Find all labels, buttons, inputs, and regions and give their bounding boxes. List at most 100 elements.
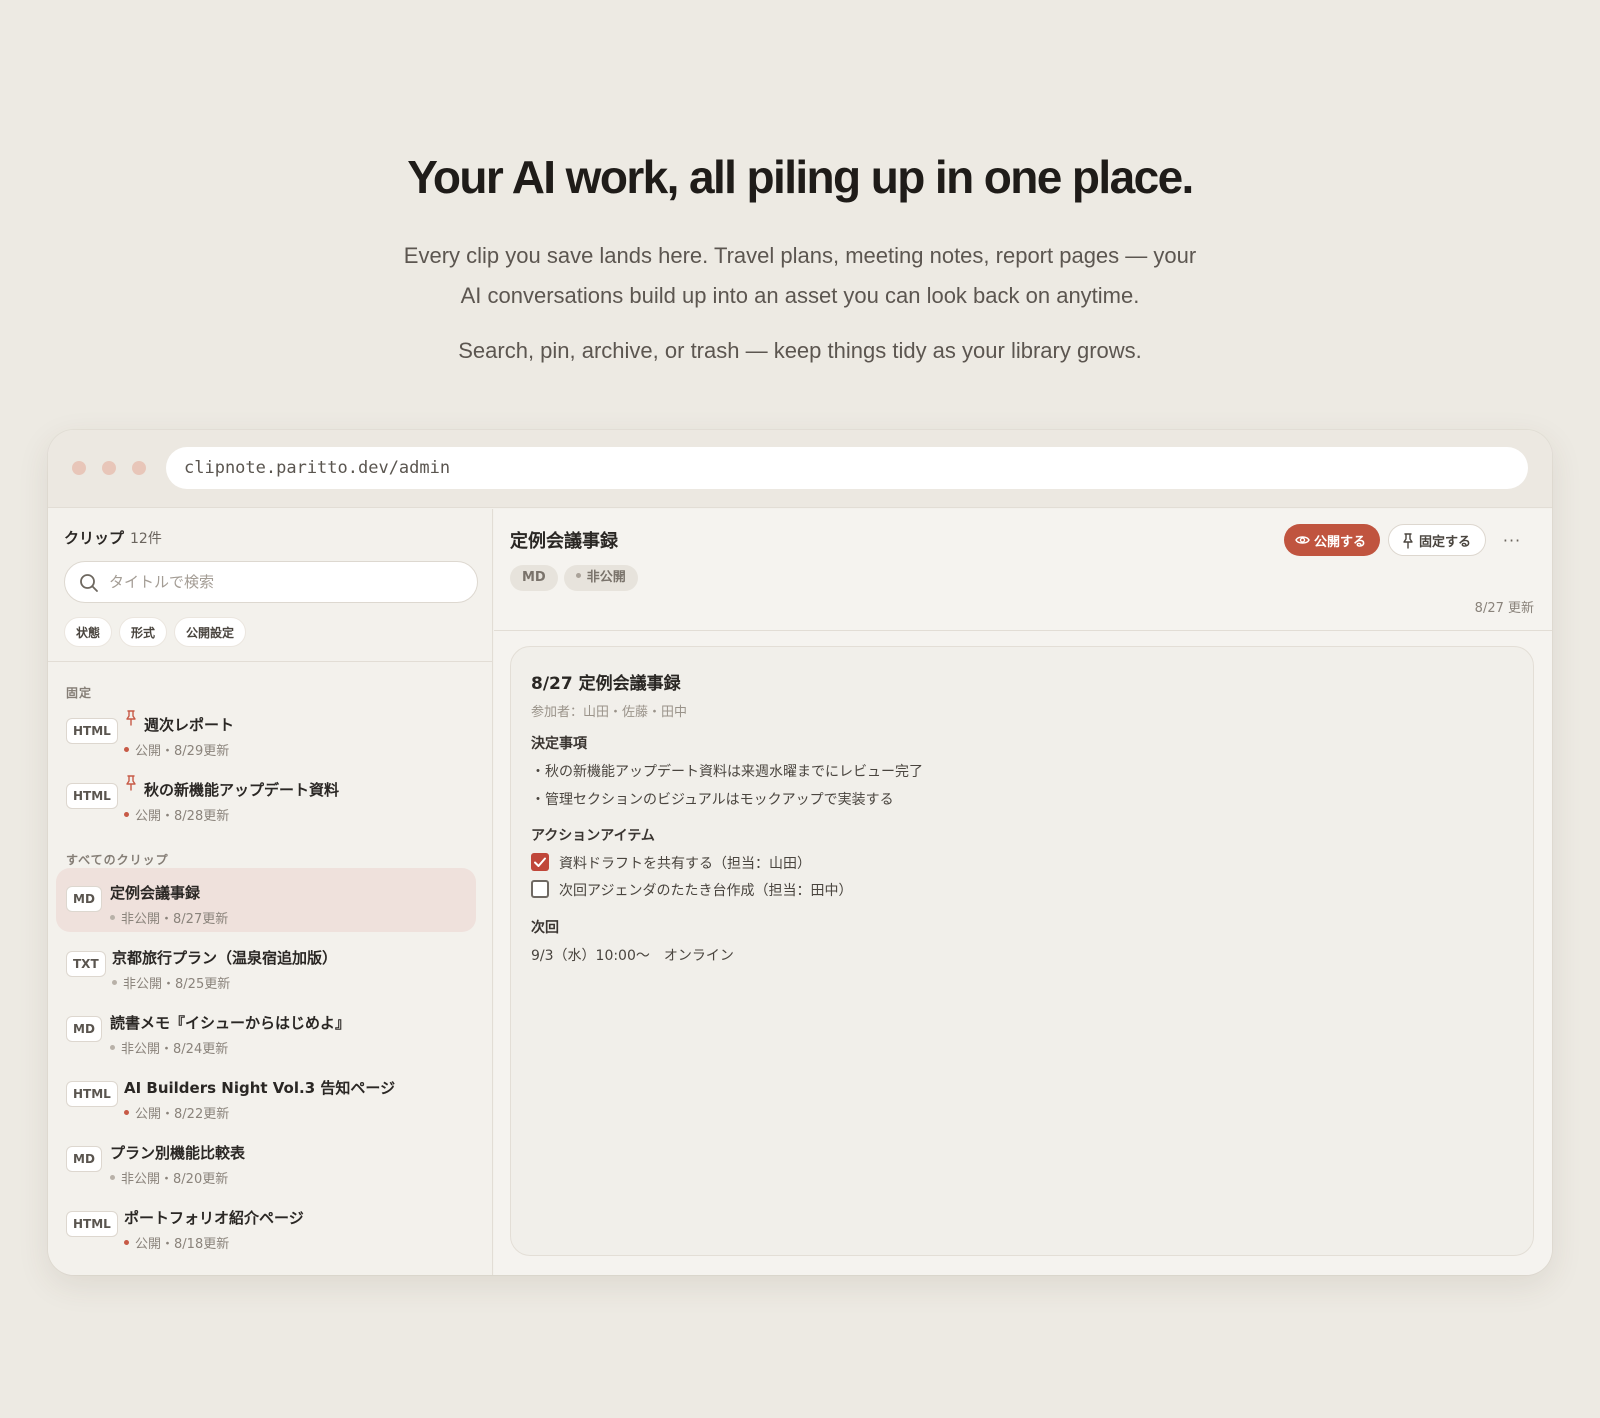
clip-status: 非公開 [121,1172,161,1187]
window-close-dot[interactable] [72,461,86,475]
detail-tags: MD 非公開 [510,565,644,591]
updated-timestamp: 8/27 更新 [1474,601,1534,616]
clip-meta: 非公開・8/25更新 [112,973,230,992]
clip-meta: 公開・8/18更新 [124,1233,229,1252]
clip-item[interactable]: TXT 京都旅行プラン（温泉宿追加版） 非公開・8/25更新 [56,933,476,997]
clip-status: 非公開 [123,977,163,992]
clip-item-pinned[interactable]: HTML 週次レポート 公開・8/29更新 [56,700,476,764]
clip-item-selected[interactable]: MD 定例会議事録 非公開・8/27更新 [56,868,476,932]
public-status-dot [124,1240,129,1245]
document-title: 8/27 定例会議事録 [531,674,681,694]
eye-icon [1295,536,1310,544]
hero-subtitle-line-2: AI conversations build up into an asset … [460,283,1140,308]
clip-title: プラン別機能比較表 [110,1144,246,1162]
clip-item[interactable]: MD プラン別機能比較表 非公開・8/20更新 [56,1128,476,1192]
pinned-section-label: 固定 [66,686,93,700]
clip-date: 8/22更新 [174,1107,230,1122]
clip-meta: 公開・8/28更新 [124,805,229,824]
decision-item: ・秋の新機能アップデート資料は来週水曜までにレビュー完了 [531,764,923,780]
hero-subtitle-line-1: Every clip you save lands here. Travel p… [403,243,1197,268]
clip-date: 8/27更新 [173,912,229,927]
decisions-heading: 決定事項 [531,736,587,752]
public-status-dot [124,812,129,817]
filter-visibility-chip[interactable]: 公開設定 [174,617,247,647]
private-status-dot [110,915,115,920]
clip-item-pinned[interactable]: HTML 秋の新機能アップデート資料 公開・8/28更新 [56,765,476,829]
pin-icon [126,775,136,791]
checkbox-checked[interactable] [531,853,549,871]
url-bar[interactable]: clipnote.paritto.dev/admin [166,447,1528,489]
clip-status: 公開 [135,1237,162,1252]
format-tag: MD [510,565,558,591]
next-meeting-detail: 9/3（水）10:00〜 オンライン [531,948,734,964]
next-meeting-heading: 次回 [531,920,559,936]
hero-subtitle: Every clip you save lands here. Travel p… [0,236,1600,316]
clip-count: 12件 [130,531,162,547]
checkbox-unchecked[interactable] [531,880,549,898]
more-options-button[interactable]: ··· [1496,524,1528,556]
detail-title: 定例会議事録 [510,531,618,552]
publish-button-label: 公開する [1314,534,1367,550]
format-badge: HTML [66,783,118,809]
clip-title: 秋の新機能アップデート資料 [144,781,340,799]
private-status-dot [575,573,581,578]
clip-date: 8/29更新 [174,744,230,759]
publish-button[interactable]: 公開する [1284,524,1380,556]
clip-title: 京都旅行プラン（温泉宿追加版） [112,949,338,967]
clip-meta: 非公開・8/27更新 [110,908,228,927]
format-badge: MD [66,1146,102,1172]
all-clips-section-label: すべてのクリップ [66,853,169,867]
app-window: clipnote.paritto.dev/admin クリップ12件 状態形式公… [48,430,1552,1275]
search-box[interactable] [64,561,478,603]
sidebar-title: クリップ [64,529,125,547]
window-zoom-dot[interactable] [132,461,146,475]
clip-date: 8/20更新 [173,1172,229,1187]
filter-chips: 状態 形式 公開設定 [64,617,253,647]
private-status-dot [110,1045,115,1050]
action-item-label: 次回アジェンダのたたき台作成（担当：田中） [559,883,853,899]
hero-tagline: Search, pin, archive, or trash — keep th… [458,338,1142,363]
format-badge: MD [66,886,102,912]
clip-status: 公開 [135,809,162,824]
search-input[interactable] [109,562,469,602]
window-minimize-dot[interactable] [102,461,116,475]
sidebar-header: クリップ 12件 [64,527,162,548]
clip-title: 定例会議事録 [110,884,201,902]
clip-sidebar: クリップ 12件 状態形式公開設定 固定 HTML 週次レポート 公開・8/29更… [48,509,493,1275]
clip-meta: 非公開・8/20更新 [110,1168,228,1187]
private-status-dot [110,1175,115,1180]
pin-button[interactable]: 固定する [1388,524,1486,556]
visibility-tag: 非公開 [563,565,638,591]
clip-detail-pane: 定例会議事録 MD 非公開 公開する 固定する ··· 8/27 更新 8/27 … [494,509,1552,1275]
detail-divider [494,630,1552,631]
format-badge: HTML [66,718,118,744]
search-icon [80,574,98,592]
clip-meta: 公開・8/22更新 [124,1103,229,1122]
clip-title: AI Builders Night Vol.3 告知ページ [124,1079,396,1097]
clip-status: 非公開 [121,1042,161,1057]
clip-title: 読書メモ『イシューからはじめよ』 [110,1014,351,1032]
clip-item[interactable]: HTML ポートフォリオ紹介ページ 公開・8/18更新 [56,1193,476,1257]
format-badge: MD [66,1016,102,1042]
format-badge: HTML [66,1081,118,1107]
filter-status-chip[interactable]: 状態 [64,617,113,647]
action-item-label: 資料ドラフトを共有する（担当：山田） [559,856,811,872]
clip-meta: 非公開・8/24更新 [110,1038,228,1057]
private-status-dot [112,980,117,985]
hero-title: Your AI work, all piling up in one place… [407,151,1194,203]
pin-icon [126,710,136,726]
format-badge: HTML [66,1211,118,1237]
browser-titlebar: clipnote.paritto.dev/admin [48,430,1552,508]
clip-title: 週次レポート [144,716,235,734]
clip-date: 8/28更新 [174,809,230,824]
clip-item[interactable]: MD 読書メモ『イシューからはじめよ』 非公開・8/24更新 [56,998,476,1062]
filter-format-chip[interactable]: 形式 [119,617,168,647]
decision-item: ・管理セクションのビジュアルはモックアップで実装する [531,792,894,808]
public-status-dot [124,747,129,752]
clip-status: 非公開 [121,912,161,927]
clip-date: 8/18更新 [174,1237,230,1252]
clip-item[interactable]: HTML AI Builders Night Vol.3 告知ページ 公開・8/… [56,1063,476,1127]
pin-icon [1403,533,1413,549]
attendees-line: 参加者：山田・佐藤・田中 [531,705,688,720]
document-preview-card: 8/27 定例会議事録 参加者：山田・佐藤・田中 決定事項 ・秋の新機能アップデ… [510,646,1534,1256]
